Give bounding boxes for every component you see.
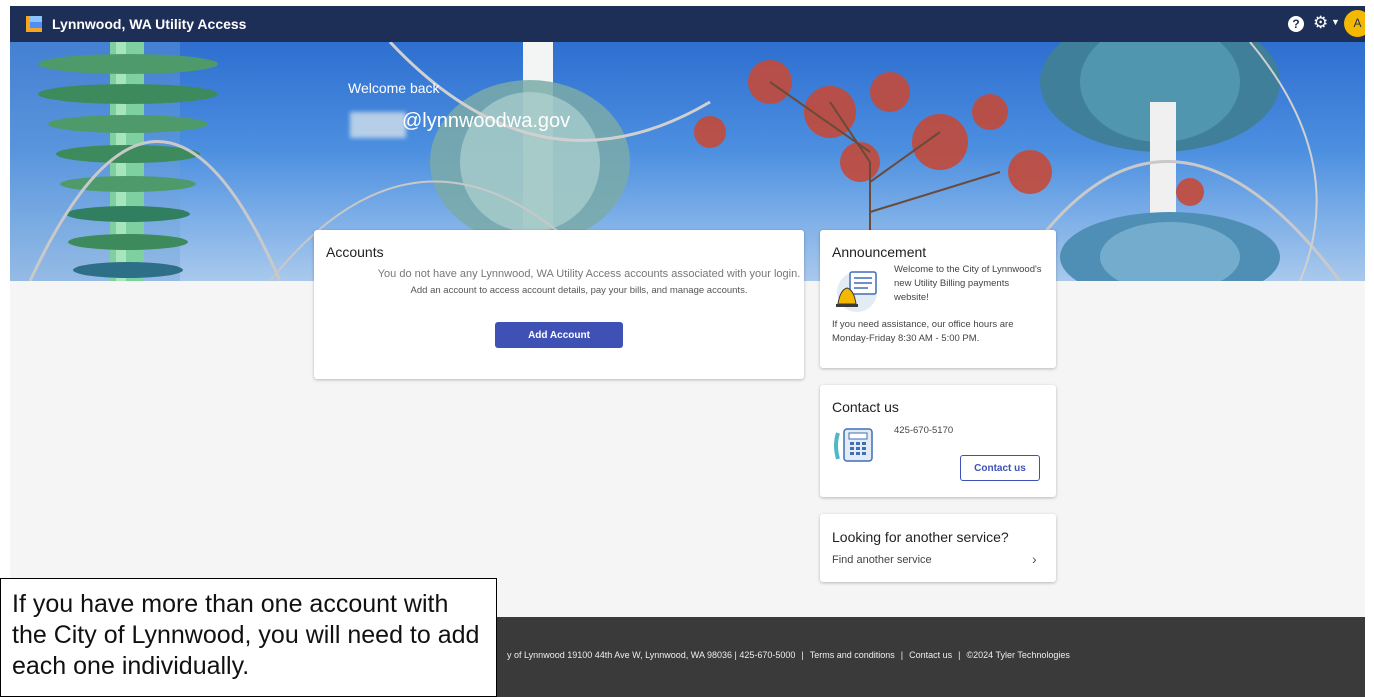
office-hours-text: If you need assistance, our office hours… — [832, 319, 1014, 344]
add-account-hint: Add an account to access account details… — [410, 285, 748, 296]
phone-number: 425-670-5170 — [894, 425, 954, 436]
announcement-card: Announcement Welcome to the City of Lynn… — [820, 230, 1056, 368]
welcome-text: Welcome back — [348, 80, 440, 96]
question-circle-icon[interactable]: ? — [1288, 16, 1304, 32]
footer-contact-link[interactable]: Contact us — [909, 650, 952, 660]
footer-address: y of Lynnwood 19100 44th Ave W, Lynnwood… — [507, 650, 796, 660]
chevron-right-icon[interactable]: › — [1032, 551, 1037, 567]
app-title: Lynnwood, WA Utility Access — [52, 16, 247, 32]
accounts-card: Accounts You do not have any Lynnwood, W… — [314, 230, 804, 379]
redacted-username — [350, 112, 406, 138]
contact-us-button[interactable]: Contact us — [960, 455, 1040, 481]
contact-title: Contact us — [832, 399, 899, 415]
app-logo-icon — [26, 16, 42, 32]
footer-text: y of Lynnwood 19100 44th Ave W, Lynnwood… — [507, 650, 1070, 660]
gear-icon[interactable]: ⚙ — [1313, 13, 1328, 33]
announcement-text: Welcome to the City of Lynnwood's new Ut… — [894, 264, 1042, 303]
another-service-card[interactable]: Looking for another service? Find anothe… — [820, 514, 1056, 582]
add-account-button[interactable]: Add Account — [495, 322, 623, 348]
no-accounts-message: You do not have any Lynnwood, WA Utility… — [377, 268, 801, 280]
accounts-title: Accounts — [326, 244, 384, 260]
find-another-service-link[interactable]: Find another service — [832, 554, 932, 566]
top-bar: Lynnwood, WA Utility Access ? ⚙ ▼ A — [10, 6, 1365, 42]
bell-document-icon — [836, 271, 877, 312]
caret-down-icon[interactable]: ▼ — [1331, 17, 1340, 27]
copyright: ©2024 Tyler Technologies — [966, 650, 1070, 660]
user-email: @lynnwoodwa.gov — [402, 110, 571, 132]
telephone-icon — [834, 428, 873, 462]
avatar[interactable]: A — [1344, 10, 1365, 37]
contact-card: Contact us 425-670-5170 Contact us — [820, 385, 1056, 497]
instruction-callout: If you have more than one account with t… — [0, 578, 497, 697]
terms-link[interactable]: Terms and conditions — [810, 650, 895, 660]
announcement-title: Announcement — [832, 244, 927, 260]
service-title: Looking for another service? — [832, 529, 1009, 545]
